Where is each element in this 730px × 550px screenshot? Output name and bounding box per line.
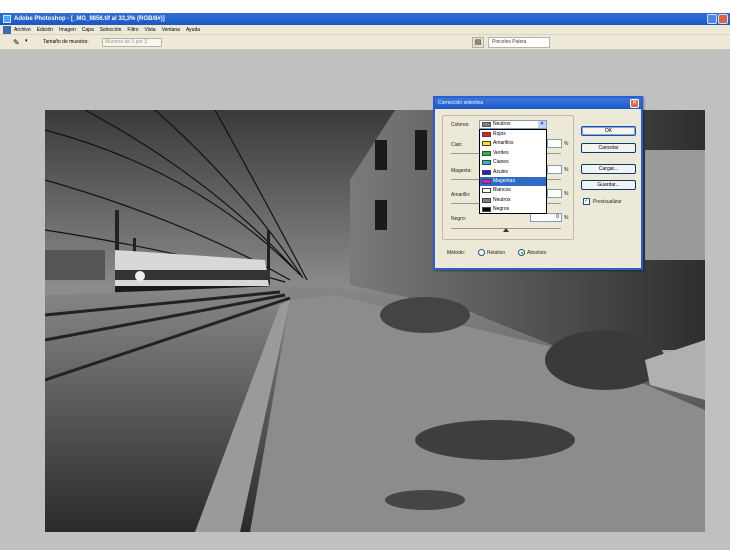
amarillo-label: Amarillo: (451, 192, 471, 198)
selective-color-dialog: Corrección selectiva ✕ Colores: Neutros … (433, 96, 643, 270)
option-verdes[interactable]: Verdes (480, 149, 546, 158)
dialog-close-icon[interactable]: ✕ (630, 99, 639, 108)
option-magentas[interactable]: Magentas (480, 177, 546, 187)
load-button[interactable]: Cargar... (581, 164, 636, 174)
magenta-label: Magenta: (451, 168, 472, 174)
neutros-swatch (482, 122, 491, 127)
magentas-swatch (482, 179, 491, 184)
option-blancos[interactable]: Blancos (480, 186, 546, 195)
absoluto-label: Absoluto (527, 250, 547, 256)
photoshop-icon (3, 15, 11, 23)
magenta-pct: % (564, 167, 569, 173)
option-neutros[interactable]: Neutros (480, 196, 546, 205)
preview-checkbox[interactable]: ✓ (583, 198, 590, 205)
options-bar: ✎ ▾ Tamaño de muestra: Muestra de 3 por … (0, 35, 730, 50)
negros-swatch (482, 207, 491, 213)
option-rojos[interactable]: Rojos (480, 130, 546, 139)
colores-dropdown-list: Rojos Amarillos Verdes Cianes Azules Mag… (479, 129, 547, 214)
window-controls (707, 14, 728, 24)
relativo-label: Relativo (487, 250, 506, 256)
chevron-down-icon[interactable]: ▼ (538, 121, 546, 128)
rojos-swatch (482, 132, 491, 137)
negro-slider-thumb[interactable] (503, 228, 509, 232)
menu-capa[interactable]: Capa (82, 27, 94, 33)
menu-edicion[interactable]: Edición (37, 27, 53, 33)
option-negros[interactable]: Negros (480, 205, 546, 214)
cian-pct: % (564, 141, 569, 147)
colores-select[interactable]: Neutros ▼ (479, 120, 547, 129)
menu-imagen[interactable]: Imagen (59, 27, 76, 33)
amarillos-swatch (482, 141, 491, 147)
absoluto-radio[interactable] (518, 249, 525, 256)
option-cianes[interactable]: Cianes (480, 158, 546, 167)
document-icon (3, 26, 11, 34)
brush-palette-icon[interactable]: ▤ (472, 37, 484, 48)
negro-pct: % (564, 215, 569, 221)
menu-bar: Archivo Edición Imagen Capa Selección Fi… (0, 25, 730, 35)
neutros-option-swatch (482, 197, 491, 203)
tool-preset-arrow-icon[interactable]: ▾ (25, 38, 28, 44)
amarillo-field[interactable] (547, 189, 562, 198)
verdes-swatch (482, 150, 491, 156)
close-window-button[interactable] (718, 14, 728, 24)
cianes-swatch (482, 160, 491, 166)
magenta-field[interactable] (547, 165, 562, 174)
amarillo-pct: % (564, 191, 569, 197)
colores-label: Colores: (451, 122, 470, 128)
ok-button[interactable]: OK (581, 126, 636, 136)
sample-size-label: Tamaño de muestra: (43, 39, 89, 45)
azules-swatch (482, 169, 491, 175)
save-button[interactable]: Guardar... (581, 180, 636, 190)
dialog-title: Corrección selectiva (435, 98, 641, 109)
menu-ventana[interactable]: Ventana (162, 27, 180, 33)
menu-archivo[interactable]: Archivo (14, 27, 31, 33)
menu-seleccion[interactable]: Selección (100, 27, 122, 33)
window-title-bar: Adobe Photoshop - [_MG_9856.tif al 33,3%… (0, 13, 730, 25)
minimize-button[interactable] (707, 14, 717, 24)
window-title: Adobe Photoshop - [_MG_9856.tif al 33,3%… (14, 16, 165, 22)
relativo-radio[interactable] (478, 249, 485, 256)
cian-field[interactable] (547, 139, 562, 148)
option-amarillos[interactable]: Amarillos (480, 139, 546, 148)
menu-filtro[interactable]: Filtro (127, 27, 138, 33)
blancos-swatch (482, 188, 491, 194)
cancel-button[interactable]: Cancelar (581, 143, 636, 153)
metodo-label: Método: (447, 250, 466, 256)
eyedropper-icon[interactable]: ✎ (13, 38, 23, 47)
negro-label: Negro: (451, 216, 467, 222)
cian-label: Cian: (451, 142, 463, 148)
sample-size-select[interactable]: Muestra de 3 por 3 (102, 38, 162, 47)
menu-vista[interactable]: Vista (145, 27, 156, 33)
option-azules[interactable]: Azules (480, 168, 546, 177)
colores-value: Neutros (493, 121, 511, 127)
preview-label: Previsualizar (593, 199, 622, 205)
menu-ayuda[interactable]: Ayuda (186, 27, 200, 33)
palette-well-tab[interactable]: Pinceles Paleta (488, 37, 550, 48)
